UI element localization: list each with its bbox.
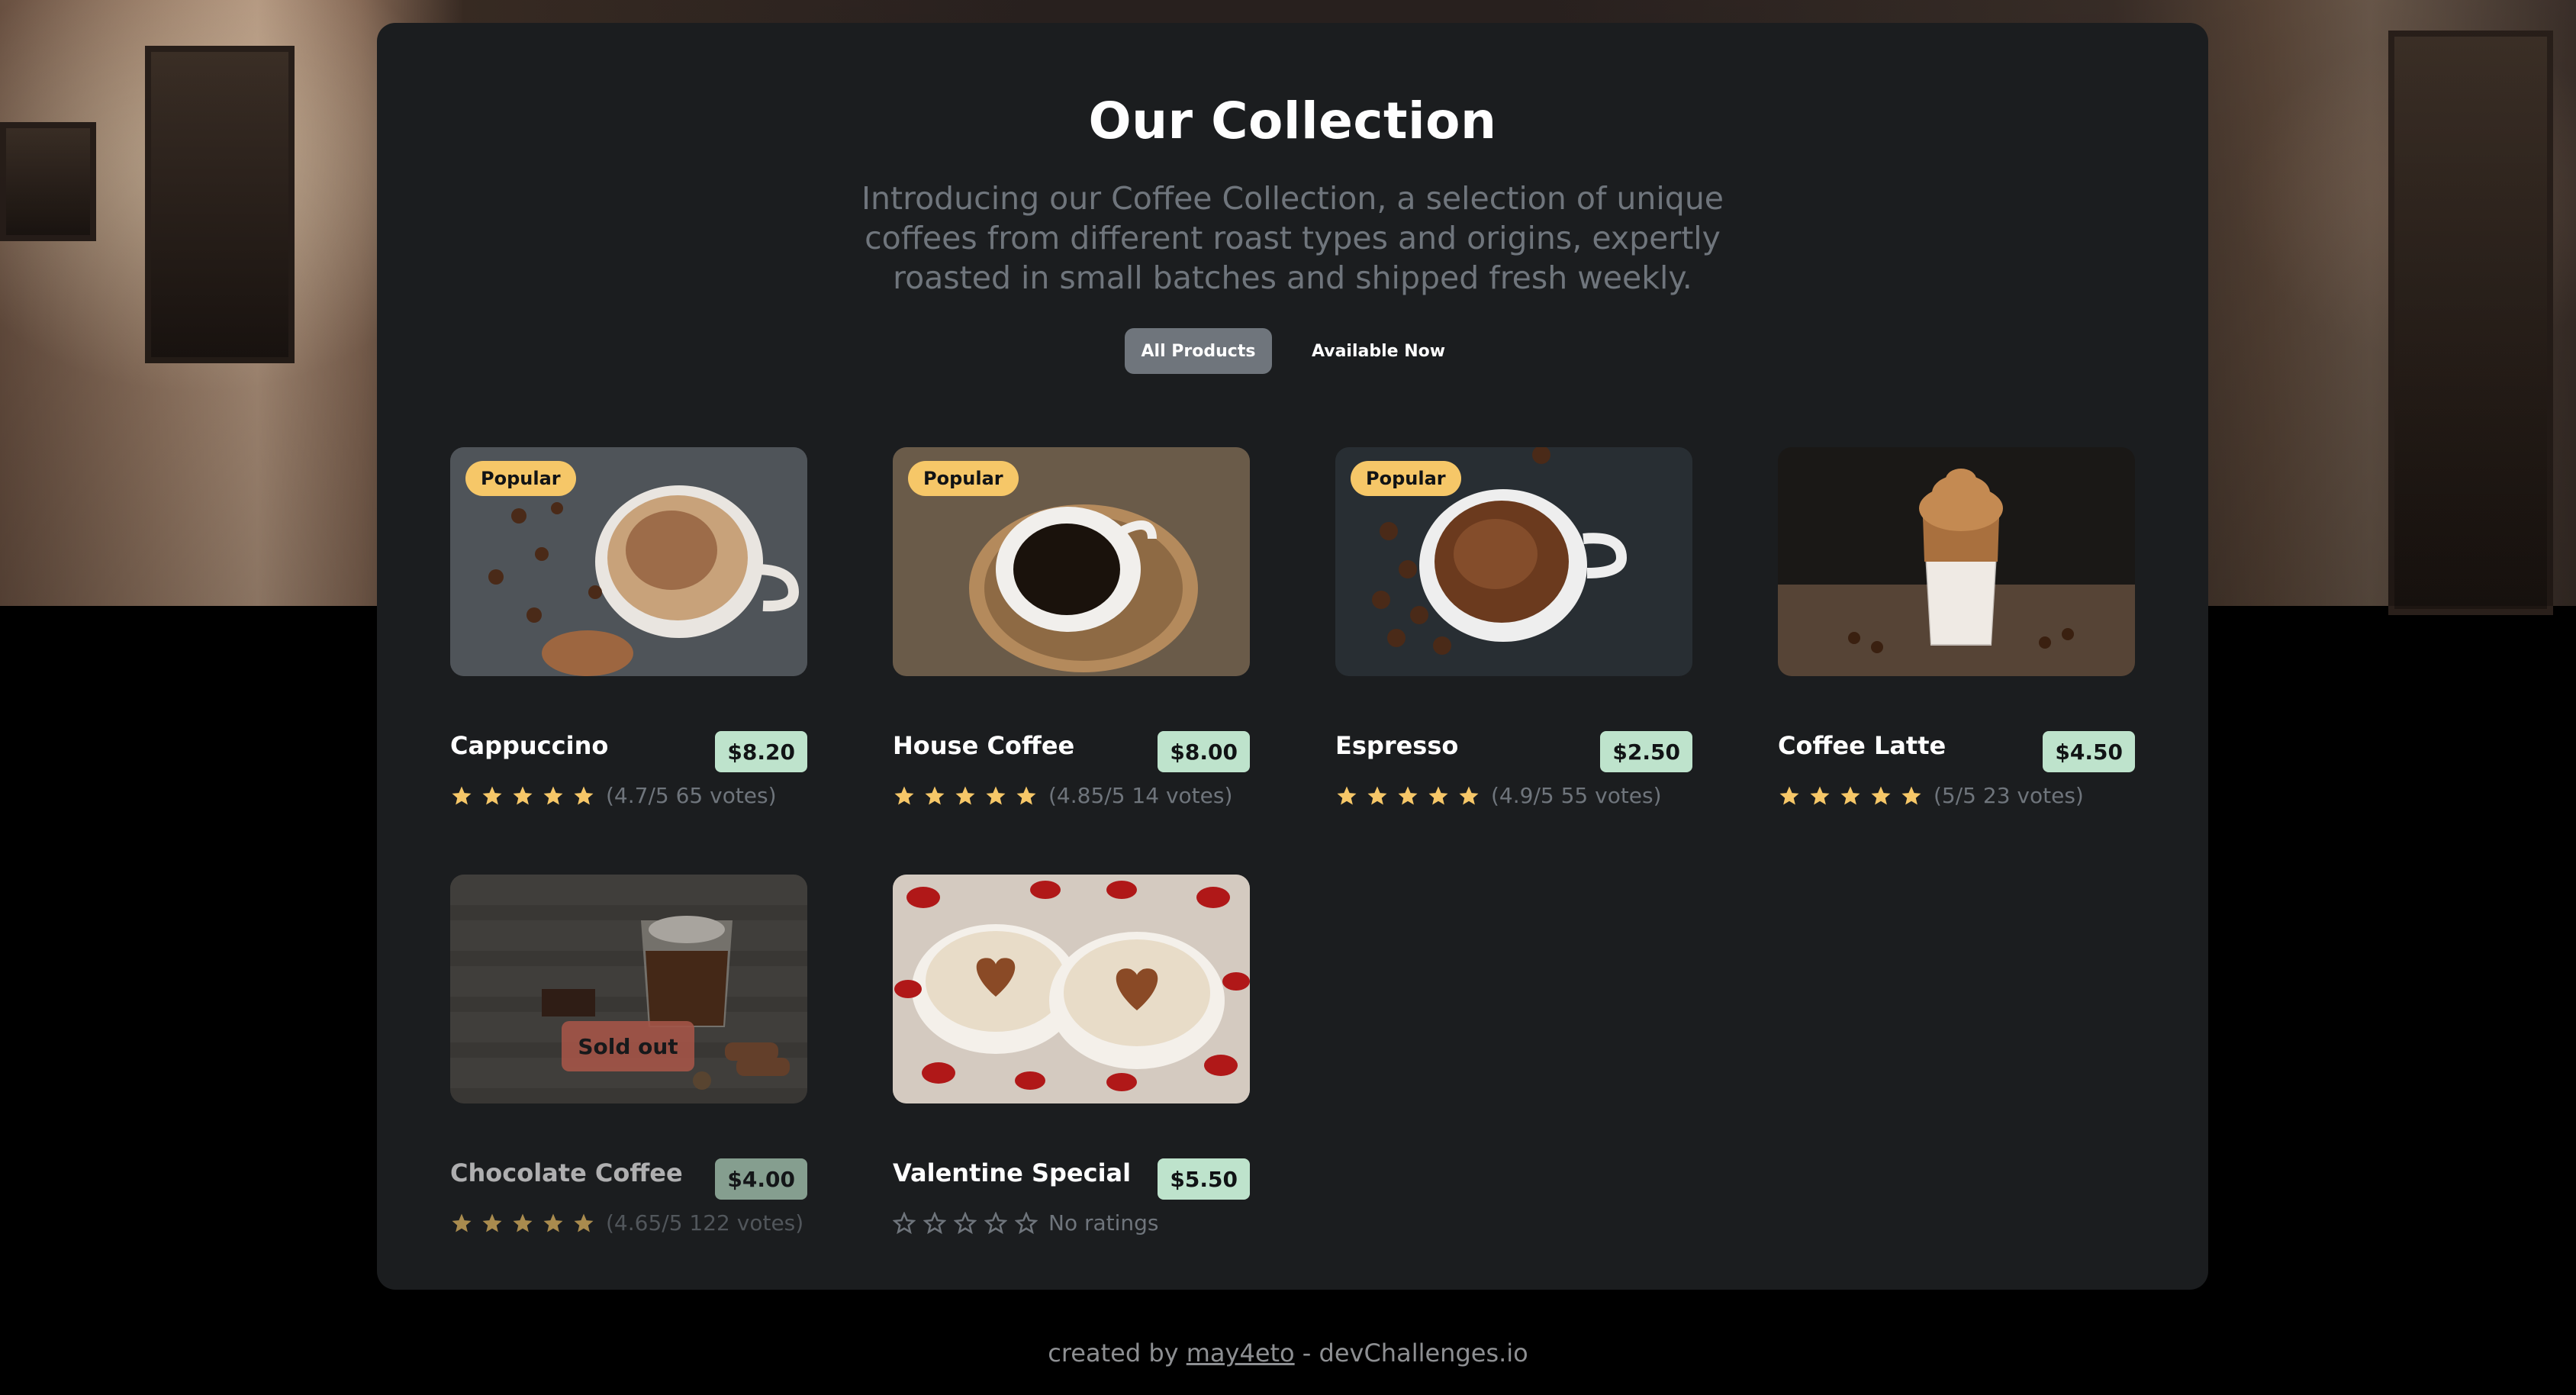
cafe-window-left: [145, 46, 295, 363]
star-filled-icon: [452, 1213, 472, 1232]
star-filled-icon: [574, 786, 594, 804]
star-filled-icon: [543, 1213, 563, 1232]
star-outline-icon: [893, 1211, 916, 1234]
product-rating: No ratings: [893, 1210, 1159, 1236]
tab-all-products[interactable]: All Products: [1125, 328, 1272, 374]
product-price: $8.20: [715, 731, 807, 772]
star-outline-icon: [984, 1211, 1007, 1234]
product-rating: (4.9/5 55 votes): [1335, 783, 1662, 808]
product-name: Coffee Latte: [1778, 731, 1946, 760]
star-rating: [450, 784, 595, 807]
product-rating: (4.7/5 65 votes): [450, 783, 777, 808]
collection-panel: Our Collection Introducing our Coffee Co…: [377, 23, 2208, 1290]
footer-prefix: created by: [1048, 1339, 1179, 1368]
rating-text: (4.65/5 122 votes): [606, 1210, 804, 1236]
star-filled-icon: [1459, 786, 1479, 804]
product-name: Espresso: [1335, 731, 1459, 760]
star-filled-icon: [543, 786, 563, 804]
star-outline-icon: [1015, 1211, 1038, 1234]
star-rating: [893, 1211, 1038, 1235]
popular-badge: Popular: [465, 461, 576, 496]
product-name: Cappuccino: [450, 731, 609, 760]
product-price: $5.50: [1158, 1158, 1250, 1200]
product-name: Chocolate Coffee: [450, 1158, 683, 1187]
star-filled-icon: [925, 786, 945, 804]
star-filled-icon: [513, 786, 533, 804]
product-rating: (4.65/5 122 votes): [450, 1210, 803, 1236]
product-image-chocolate-coffee: Sold out: [450, 875, 807, 1103]
author-link[interactable]: may4eto: [1187, 1339, 1295, 1368]
page-title: Our Collection: [1088, 92, 1497, 150]
star-filled-icon: [986, 786, 1006, 804]
star-filled-icon: [1428, 786, 1448, 804]
product-image-coffee-latte: [1778, 447, 2135, 676]
product-image-valentine-special: [893, 875, 1250, 1103]
star-filled-icon: [955, 786, 975, 804]
popular-badge: Popular: [908, 461, 1019, 496]
star-filled-icon: [1016, 786, 1036, 804]
product-price: $4.50: [2043, 731, 2135, 772]
star-outline-icon: [954, 1211, 977, 1234]
rating-text: (4.7/5 65 votes): [606, 783, 777, 808]
star-filled-icon: [1779, 786, 1799, 804]
star-filled-icon: [574, 1213, 594, 1232]
product-name: Valentine Special: [893, 1158, 1132, 1187]
star-rating: [1335, 784, 1480, 807]
tab-available-now[interactable]: Available Now: [1289, 328, 1468, 374]
page-subtitle: Introducing our Coffee Collection, a sel…: [861, 180, 1724, 296]
popular-badge: Popular: [1351, 461, 1461, 496]
star-filled-icon: [1901, 786, 1921, 804]
cafe-sign: [0, 122, 96, 241]
star-filled-icon: [482, 786, 502, 804]
product-name: House Coffee: [893, 731, 1075, 760]
filter-tabs: All Products Available Now: [1125, 328, 1468, 374]
star-filled-icon: [1871, 786, 1891, 804]
star-filled-icon: [894, 786, 914, 804]
star-filled-icon: [1840, 786, 1860, 804]
star-filled-icon: [1810, 786, 1830, 804]
star-rating: [1778, 784, 1923, 807]
product-rating: (5/5 23 votes): [1778, 783, 2084, 808]
star-outline-icon: [923, 1211, 946, 1234]
star-filled-icon: [1367, 786, 1387, 804]
product-image-cappuccino: Popular: [450, 447, 807, 676]
star-filled-icon: [482, 1213, 502, 1232]
rating-text: No ratings: [1048, 1210, 1159, 1236]
star-filled-icon: [1398, 786, 1418, 804]
product-price: $2.50: [1600, 731, 1692, 772]
product-rating: (4.85/5 14 votes): [893, 783, 1232, 808]
product-image-espresso: Popular: [1335, 447, 1692, 676]
rating-text: (4.9/5 55 votes): [1491, 783, 1662, 808]
star-filled-icon: [1337, 786, 1357, 804]
star-filled-icon: [452, 786, 472, 804]
product-image-house-coffee: Popular: [893, 447, 1250, 676]
product-price: $8.00: [1158, 731, 1250, 772]
star-rating: [450, 1212, 595, 1235]
product-price: $4.00: [715, 1158, 807, 1200]
star-filled-icon: [513, 1213, 533, 1232]
cafe-door-right: [2388, 31, 2553, 615]
rating-text: (4.85/5 14 votes): [1048, 783, 1233, 808]
rating-text: (5/5 23 votes): [1934, 783, 2084, 808]
star-rating: [893, 784, 1038, 807]
footer-suffix: - devChallenges.io: [1302, 1339, 1528, 1368]
footer: created by may4eto - devChallenges.io: [0, 1339, 2576, 1368]
sold-out-badge: Sold out: [562, 1021, 694, 1071]
